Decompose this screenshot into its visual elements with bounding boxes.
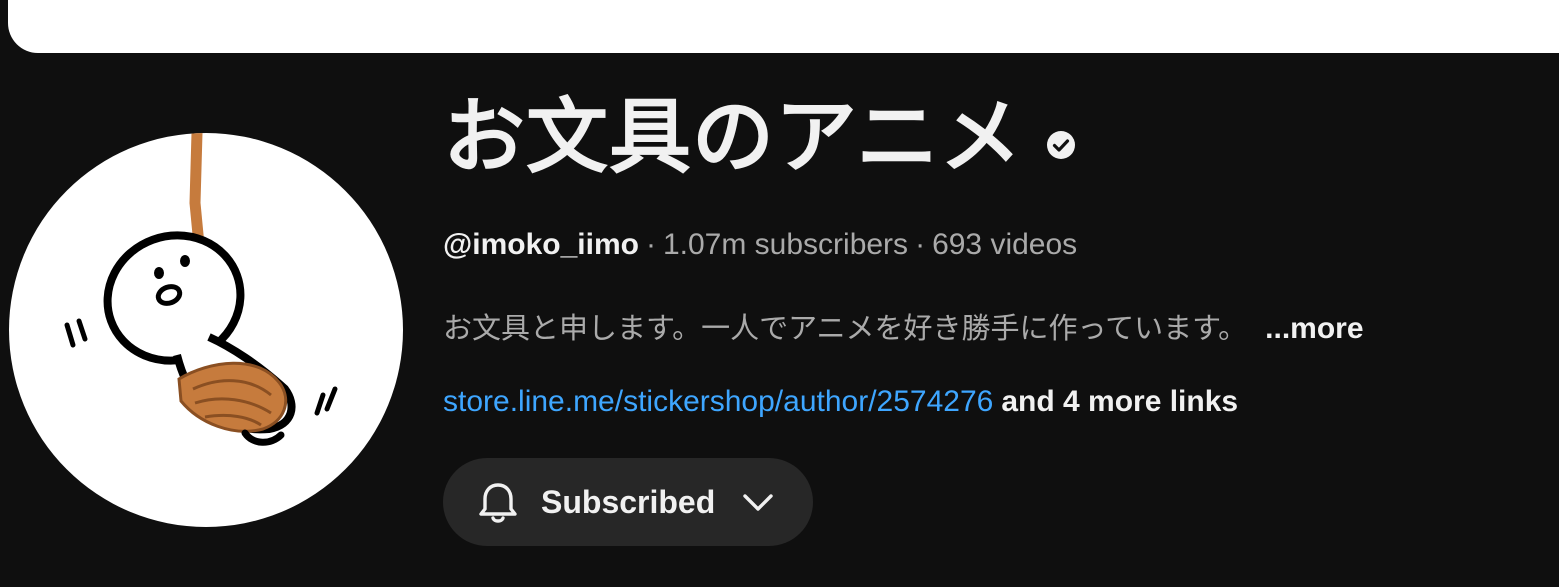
channel-banner — [8, 0, 1559, 53]
channel-name: お文具のアニメ — [443, 90, 1023, 185]
channel-links: store.line.me/stickershop/author/2574276… — [443, 385, 1238, 419]
channel-avatar[interactable] — [9, 133, 403, 527]
subscribed-button[interactable]: Subscribed — [443, 458, 813, 546]
more-button[interactable]: ...more — [1265, 312, 1363, 345]
subscribed-label: Subscribed — [541, 483, 716, 520]
avatar-illustration — [64, 133, 338, 446]
channel-title-row: お文具のアニメ — [443, 97, 1076, 179]
verified-check-icon — [1046, 130, 1076, 160]
channel-page: お文具のアニメ @imoko_iimo · 1.07m subscribers · 69… — [0, 0, 1559, 587]
chevron-down-icon — [741, 485, 775, 519]
channel-meta: @imoko_iimo · 1.07m subscribers · 693 videos — [443, 228, 1077, 262]
video-count: 693 videos — [932, 228, 1078, 261]
channel-handle[interactable]: @imoko_iimo — [443, 228, 639, 261]
more-links-button[interactable]: and 4 more links — [1001, 385, 1238, 418]
meta-separator: · — [645, 228, 656, 261]
channel-description[interactable]: お文具と申します。一人でアニメを好き勝手に作っています。 ...more — [443, 305, 1364, 347]
bell-icon — [473, 477, 523, 527]
external-link[interactable]: store.line.me/stickershop/author/2574276 — [443, 385, 993, 418]
description-text: お文具と申します。一人でアニメを好き勝手に作っています。 — [443, 311, 1248, 345]
subscriber-count: 1.07m subscribers — [662, 228, 909, 261]
meta-separator: · — [915, 228, 926, 261]
